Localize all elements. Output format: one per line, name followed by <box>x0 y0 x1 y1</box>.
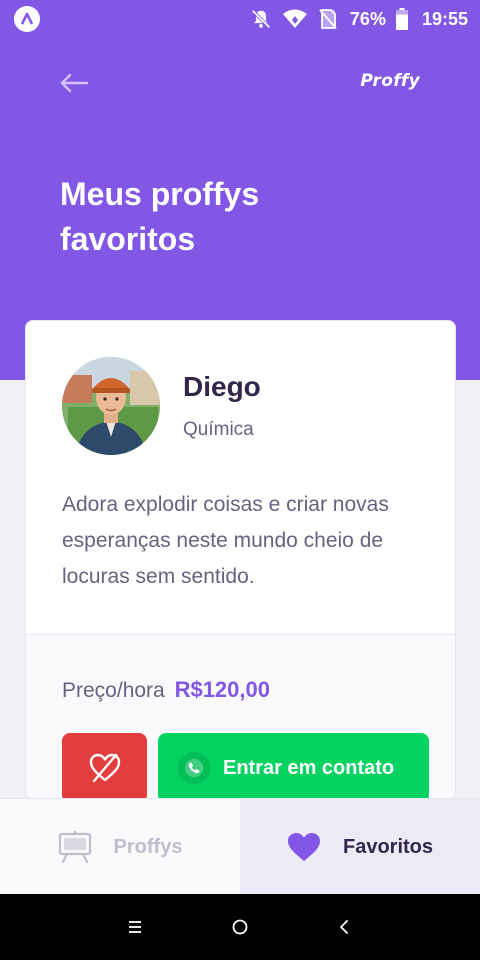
unfavorite-button[interactable] <box>62 733 147 799</box>
heart-icon <box>287 833 320 861</box>
price-label: Preço/hora <box>62 679 165 702</box>
tab-bar: Proffys Favoritos <box>0 798 480 895</box>
tab-favoritos[interactable]: Favoritos <box>240 799 480 895</box>
price-row: Preço/hora R$120,00 <box>62 677 270 703</box>
teacher-avatar <box>62 357 160 455</box>
app-icon <box>14 6 40 32</box>
tab-favoritos-label: Favoritos <box>342 835 434 858</box>
tab-proffys[interactable]: Proffys <box>0 799 240 895</box>
page-title: Meus proffys favoritos <box>60 176 260 257</box>
no-sim-icon <box>318 8 338 30</box>
easel-icon <box>58 831 91 863</box>
back-button[interactable] <box>56 68 92 98</box>
teacher-name: Diego <box>183 371 261 402</box>
whatsapp-icon <box>178 752 210 784</box>
home-icon[interactable] <box>227 914 253 940</box>
bell-off-icon <box>250 8 272 30</box>
battery-level: 76% <box>349 8 386 29</box>
heart-off-icon <box>89 753 120 783</box>
teacher-card: Diego Química Adora explodir coisas e cr… <box>25 320 456 800</box>
tab-proffys-label: Proffys <box>113 835 183 858</box>
proffy-logo: Proffy <box>360 71 420 91</box>
contact-button[interactable]: Entrar em contato <box>158 733 429 799</box>
price-value: R$120,00 <box>174 677 270 702</box>
menu-icon[interactable] <box>122 914 148 940</box>
arrow-left-icon <box>60 73 89 93</box>
status-bar: 76% 19:55 <box>0 0 480 38</box>
teacher-subject: Química <box>183 419 254 440</box>
system-nav-bar <box>0 894 480 960</box>
contact-label: Entrar em contato <box>223 756 395 779</box>
wifi-icon <box>282 8 308 30</box>
card-footer: Preço/hora R$120,00 Entrar em contato <box>26 634 455 799</box>
status-time: 19:55 <box>421 8 468 29</box>
back-icon[interactable] <box>331 914 357 940</box>
battery-icon <box>395 8 408 30</box>
teacher-bio: Adora explodir coisas e criar novas espe… <box>62 493 389 588</box>
